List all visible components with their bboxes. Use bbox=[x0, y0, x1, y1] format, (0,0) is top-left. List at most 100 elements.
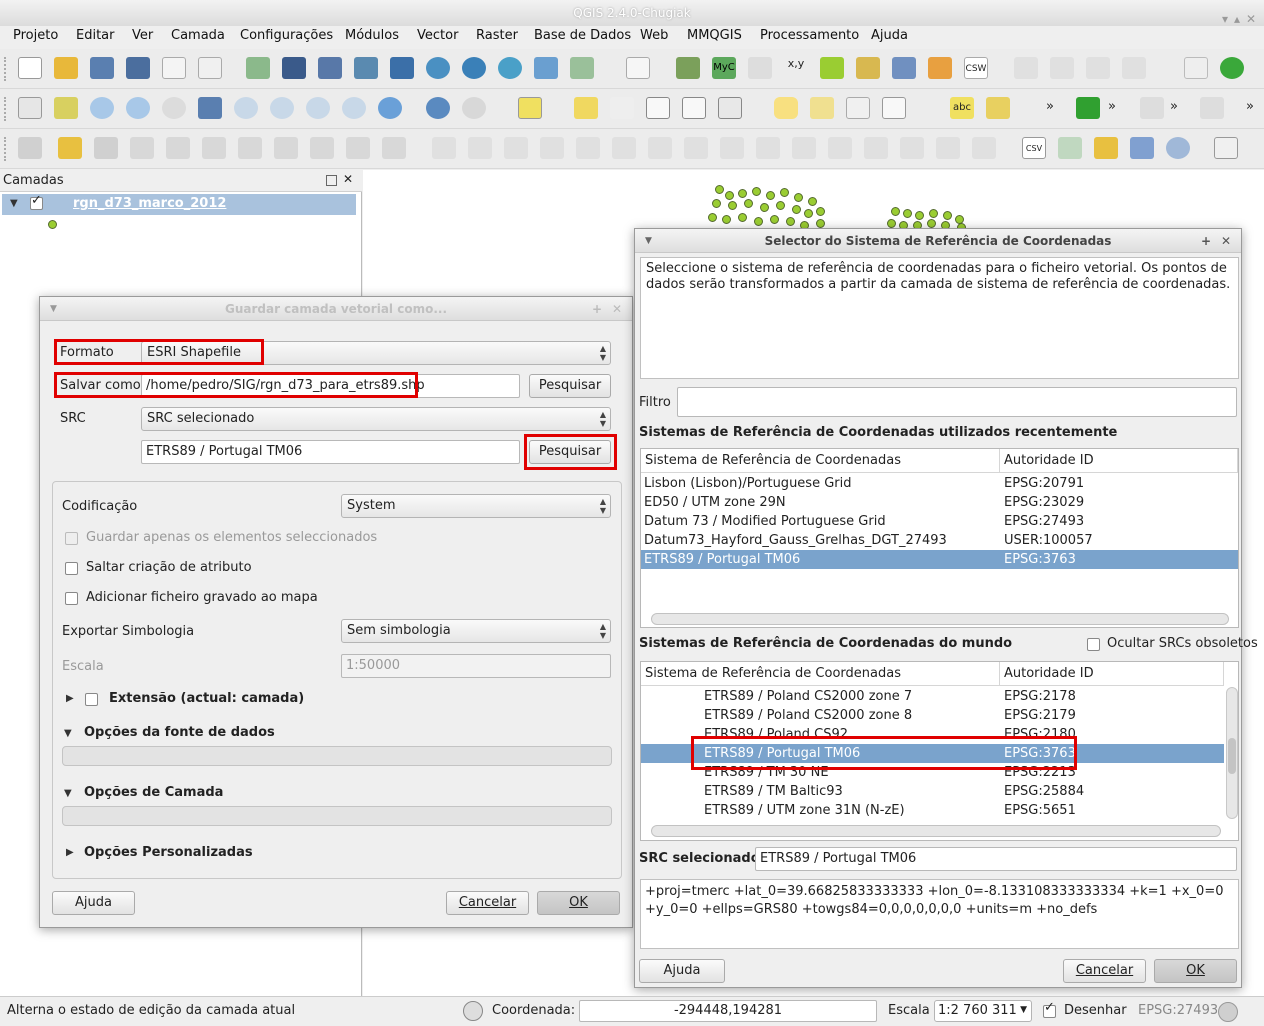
add-mssql-layer-icon[interactable] bbox=[390, 57, 414, 79]
zoom-in-icon[interactable] bbox=[90, 97, 114, 119]
zoom-out-icon[interactable] bbox=[126, 97, 150, 119]
dialog-close-icon[interactable]: ✕ bbox=[612, 297, 622, 321]
delete-ring-icon[interactable] bbox=[612, 137, 636, 159]
coordinate-toggle-icon[interactable] bbox=[463, 1001, 483, 1021]
add-postgis-layer-icon[interactable] bbox=[318, 57, 342, 79]
zoom-to-selection-icon[interactable] bbox=[234, 97, 258, 119]
delete-selected-icon[interactable] bbox=[238, 137, 262, 159]
datasource-options-label[interactable]: Opções da fonte de dados bbox=[84, 725, 275, 740]
crs-status-icon[interactable] bbox=[1218, 1002, 1238, 1022]
open-project-icon[interactable] bbox=[54, 57, 78, 79]
menu-editar[interactable]: Editar bbox=[76, 28, 115, 43]
collapse-arrow-icon[interactable]: ▼ bbox=[64, 788, 72, 799]
hide-obsolete-checkbox[interactable] bbox=[1087, 638, 1100, 651]
crs-help-button[interactable]: Ajuda bbox=[639, 959, 725, 983]
copy-features-icon[interactable] bbox=[310, 137, 334, 159]
move-feature-icon[interactable] bbox=[166, 137, 190, 159]
recent-row[interactable]: Datum 73 / Modified Portuguese Grid EPSG… bbox=[641, 512, 1238, 531]
new-shapefile-icon[interactable] bbox=[570, 57, 594, 79]
recent-row[interactable]: Datum73_Hayford_Gauss_Grelhas_DGT_27493 … bbox=[641, 531, 1238, 550]
add-ring-icon[interactable] bbox=[504, 137, 528, 159]
scrollbar-thumb[interactable] bbox=[1228, 738, 1236, 774]
dialog-menu-icon[interactable]: ▼ bbox=[50, 297, 57, 321]
browse-save-as-button[interactable]: Pesquisar bbox=[529, 374, 611, 398]
myc-plugin-icon[interactable]: MyC bbox=[712, 57, 736, 79]
world-row[interactable]: ETRS89 / Poland CS2000 zone 7 EPSG:2178 bbox=[641, 687, 1224, 706]
merge-selected-icon[interactable] bbox=[828, 137, 852, 159]
extent-checkbox[interactable] bbox=[85, 693, 98, 706]
save-cancel-button[interactable]: Cancelar bbox=[446, 891, 529, 915]
plugin-lines-icon[interactable] bbox=[676, 57, 700, 79]
add-wfs-layer-icon[interactable] bbox=[498, 57, 522, 79]
crs-ok-button[interactable]: OK bbox=[1154, 959, 1237, 983]
simplify-feature-icon[interactable] bbox=[936, 137, 960, 159]
text-annotation-icon[interactable] bbox=[882, 97, 906, 119]
zoom-actual-size-icon[interactable] bbox=[162, 97, 186, 119]
merge-attributes-icon[interactable] bbox=[864, 137, 888, 159]
extent-label[interactable]: Extensão (actual: camada) bbox=[109, 691, 304, 706]
pan-to-selection-icon[interactable] bbox=[54, 97, 78, 119]
python-console-icon[interactable] bbox=[892, 57, 916, 79]
refresh-icon[interactable] bbox=[378, 97, 402, 119]
split-features-icon[interactable] bbox=[756, 137, 780, 159]
toolbar-overflow-1-icon[interactable]: » bbox=[1046, 99, 1054, 114]
map-tips-icon[interactable] bbox=[774, 97, 798, 119]
zoom-last-icon[interactable] bbox=[306, 97, 330, 119]
show-bookmarks-icon[interactable] bbox=[846, 97, 870, 119]
rotate-symbols-icon[interactable] bbox=[900, 137, 924, 159]
recent-row-selected[interactable]: ETRS89 / Portugal TM06 EPSG:3763 bbox=[641, 550, 1238, 569]
world-horizontal-scrollbar[interactable] bbox=[651, 825, 1221, 837]
offset-curve-icon[interactable] bbox=[720, 137, 744, 159]
identify-plugin-icon[interactable] bbox=[748, 57, 772, 79]
delete-part-icon[interactable] bbox=[648, 137, 672, 159]
crs-cancel-button[interactable]: Cancelar bbox=[1063, 959, 1146, 983]
measure-line-icon[interactable] bbox=[718, 97, 742, 119]
world-row[interactable]: ETRS89 / TM Baltic93 EPSG:25884 bbox=[641, 782, 1224, 801]
add-raster-layer-icon[interactable] bbox=[282, 57, 306, 79]
add-wms-layer-icon[interactable] bbox=[426, 57, 450, 79]
remove-layer-icon[interactable] bbox=[626, 57, 650, 79]
world-col-authority[interactable]: Autoridade ID bbox=[1000, 662, 1224, 686]
expand-arrow-icon[interactable]: ▶ bbox=[66, 847, 74, 858]
label-tool-icon[interactable]: abc bbox=[950, 97, 974, 119]
toolbar-extension-icon[interactable] bbox=[1184, 57, 1208, 79]
collapse-arrow-icon[interactable]: ▼ bbox=[10, 198, 18, 209]
help-contents-icon[interactable] bbox=[928, 57, 952, 79]
new-project-icon[interactable] bbox=[18, 57, 42, 79]
coordinate-field[interactable]: -294448,194281 bbox=[579, 1000, 877, 1022]
toolbar-grip[interactable] bbox=[4, 57, 8, 81]
plugin-yellow-icon[interactable] bbox=[856, 57, 880, 79]
coordinate-capture-icon[interactable]: x,y bbox=[784, 57, 808, 79]
layer-name[interactable]: rgn_d73_marco_2012 bbox=[73, 196, 226, 211]
add-vector-layer-icon[interactable] bbox=[246, 57, 270, 79]
bar-chart-icon[interactable] bbox=[1094, 137, 1118, 159]
menu-configuracoes[interactable]: Configurações bbox=[240, 28, 333, 43]
dialog-pin-icon[interactable]: + bbox=[1201, 229, 1211, 253]
save-help-button[interactable]: Ajuda bbox=[52, 891, 135, 915]
save-edits-icon[interactable] bbox=[94, 137, 118, 159]
toolbar-grip[interactable] bbox=[4, 97, 8, 121]
advanced-edit-icon[interactable] bbox=[382, 137, 406, 159]
recent-horizontal-scrollbar[interactable] bbox=[651, 613, 1229, 625]
encoding-combo[interactable]: System ▲ ▼ bbox=[341, 494, 611, 518]
reshape-features-icon[interactable] bbox=[684, 137, 708, 159]
save-ok-button[interactable]: OK bbox=[537, 891, 620, 915]
toolbar-overflow-3-icon[interactable]: » bbox=[1170, 99, 1178, 114]
menu-web[interactable]: Web bbox=[640, 28, 668, 43]
zoom-full-icon[interactable] bbox=[198, 97, 222, 119]
zoom-next-icon[interactable] bbox=[342, 97, 366, 119]
menu-mmqgis[interactable]: MMQGIS bbox=[687, 28, 742, 43]
menu-modulos[interactable]: Módulos bbox=[345, 28, 399, 43]
run-action-icon[interactable] bbox=[462, 97, 486, 119]
current-edits-icon[interactable] bbox=[18, 137, 42, 159]
export-plugin-icon[interactable] bbox=[1058, 137, 1082, 159]
paste-features-icon[interactable] bbox=[346, 137, 370, 159]
redo-icon[interactable] bbox=[468, 137, 492, 159]
dialog-close-icon[interactable]: ✕ bbox=[1221, 229, 1231, 253]
save-project-icon[interactable] bbox=[90, 57, 114, 79]
world-row[interactable]: ETRS89 / Poland CS2000 zone 8 EPSG:2179 bbox=[641, 706, 1224, 725]
add-feature-icon[interactable] bbox=[130, 137, 154, 159]
menu-base-de-dados[interactable]: Base de Dados bbox=[534, 28, 631, 43]
toolbar-overflow-4-icon[interactable]: » bbox=[1246, 99, 1254, 114]
src-value-input[interactable]: ETRS89 / Portugal TM06 bbox=[141, 440, 520, 464]
